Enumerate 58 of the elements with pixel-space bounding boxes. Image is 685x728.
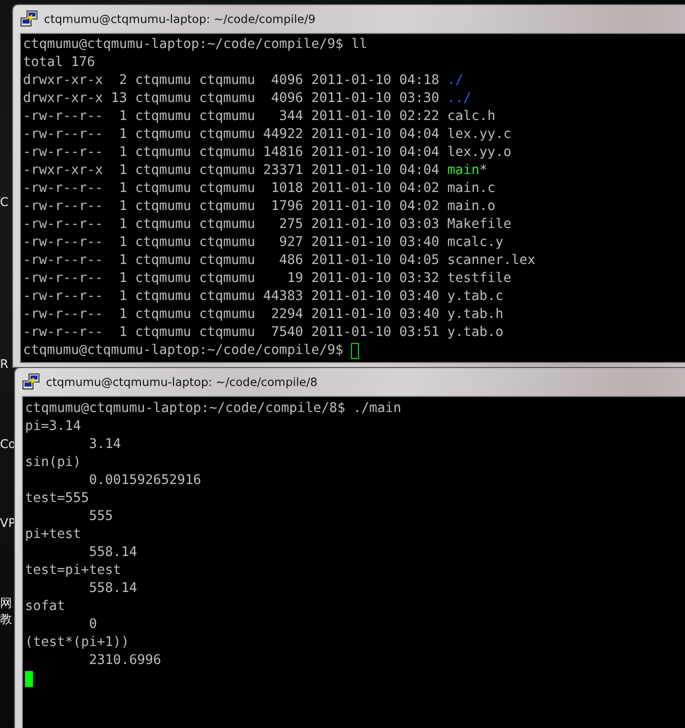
window-title: ctqmumu@ctqmumu-laptop: ~/code/compile/9 [44,12,316,26]
listing-text: drwxr-xr-x 2 ctqmumu ctqmumu 4096 2011-01-10 04:18 [23,72,440,90]
window-title: ctqmumu@ctqmumu-laptop: ~/code/compile/8 [46,375,318,389]
desktop-icon-label[interactable]: R [0,357,8,371]
file-name: lex.yy.o [447,144,512,162]
terminal-line: 0.001592652916 [88,472,202,490]
terminal-line: pi+test [25,526,82,544]
file-name: ./ [447,72,464,90]
terminal-line: 558.14 [88,580,138,598]
terminal-line: pi=3.14 [25,418,82,436]
file-name: main [447,162,480,180]
terminal-line: ctqmumu@ctqmumu-laptop:~/code/compile/9$ ll [23,36,368,54]
file-name: y.tab.o [447,324,504,342]
listing-text: -rw-r--r-- 1 ctqmumu ctqmumu 344 2011-01-10 02:22 [23,108,440,126]
terminal-app-icon [22,373,40,391]
listing-text: -rw-r--r-- 1 ctqmumu ctqmumu 2294 2011-01-10 03:40 [23,306,440,324]
listing-text: -rw-r--r-- 1 ctqmumu ctqmumu 14816 2011-01-10 04:04 [23,144,440,162]
file-name: main.o [447,198,496,216]
file-name: y.tab.h [447,306,504,324]
terminal-line: 0 [88,616,98,634]
listing-text: -rw-r--r-- 1 ctqmumu ctqmumu 927 2011-01-10 03:40 [23,234,440,252]
listing-text: -rw-r--r-- 1 ctqmumu ctqmumu 486 2011-01-10 04:05 [23,252,440,270]
listing-text: -rw-r--r-- 1 ctqmumu ctqmumu 1018 2011-01-10 04:02 [23,180,440,198]
file-name: mcalc.y [447,234,504,252]
terminal-line: ctqmumu@ctqmumu-laptop:~/code/compile/9$ [23,342,344,360]
listing-text: -rw-r--r-- 1 ctqmumu ctqmumu 275 2011-01-10 03:03 [23,216,440,234]
file-name: ../ [447,90,472,108]
terminal-app-icon [20,10,38,28]
listing-text: -rwxr-xr-x 1 ctqmumu ctqmumu 23371 2011-01-10 04:04 [23,162,440,180]
terminal-line: ctqmumu@ctqmumu-laptop:~/code/compile/8$ ./main [25,400,402,418]
desktop-icon-label[interactable]: C [0,195,8,209]
listing-text: -rw-r--r-- 1 ctqmumu ctqmumu 19 2011-01-10 03:32 [23,270,440,288]
file-name: calc.h [447,108,496,126]
terminal-line: (test*(pi+1)) [25,634,130,652]
terminal-line: 555 [88,508,114,526]
listing-text: -rw-r--r-- 1 ctqmumu ctqmumu 44383 2011-01-10 03:40 [23,288,440,306]
desktop-icon-label[interactable]: 教 [0,612,12,626]
file-name: y.tab.c [447,288,504,306]
terminal-line: sofat [25,598,66,616]
terminal-screen[interactable]: ctqmumu@ctqmumu-laptop:~/code/compile/8$ ./main pi=3.14 3.14 sin(pi) 0.001592652916 test=555 555 pi+test 558.14 test=pi+test 558.14 sofat 0 (test*(pi+1)) 2310.6996 [22,396,685,728]
file-name: testfile [447,270,512,288]
terminal-line: 3.14 [88,436,122,454]
listing-text: -rw-r--r-- 1 ctqmumu ctqmumu 1796 2011-01-10 04:02 [23,198,440,216]
terminal-line: test=555 [25,490,90,508]
file-type-mark: * [479,162,488,180]
desktop-icon-label[interactable]: 网 [0,596,12,610]
terminal-line: test=pi+test [25,562,122,580]
file-name: main.c [447,180,496,198]
terminal-line: sin(pi) [25,454,82,472]
listing-text: -rw-r--r-- 1 ctqmumu ctqmumu 44922 2011-01-10 04:04 [23,126,440,144]
terminal-line: 558.14 [88,544,138,562]
file-name: Makefile [447,216,512,234]
terminal-line: total 176 [23,54,96,72]
listing-text: -rw-r--r-- 1 ctqmumu ctqmumu 7540 2011-01-10 03:51 [23,324,440,342]
file-name: scanner.lex [447,252,536,270]
listing-text: drwxr-xr-x 13 ctqmumu ctqmumu 4096 2011-01-10 03:30 [23,90,440,108]
terminal-line: 2310.6996 [88,652,162,670]
file-name: lex.yy.c [447,126,512,144]
